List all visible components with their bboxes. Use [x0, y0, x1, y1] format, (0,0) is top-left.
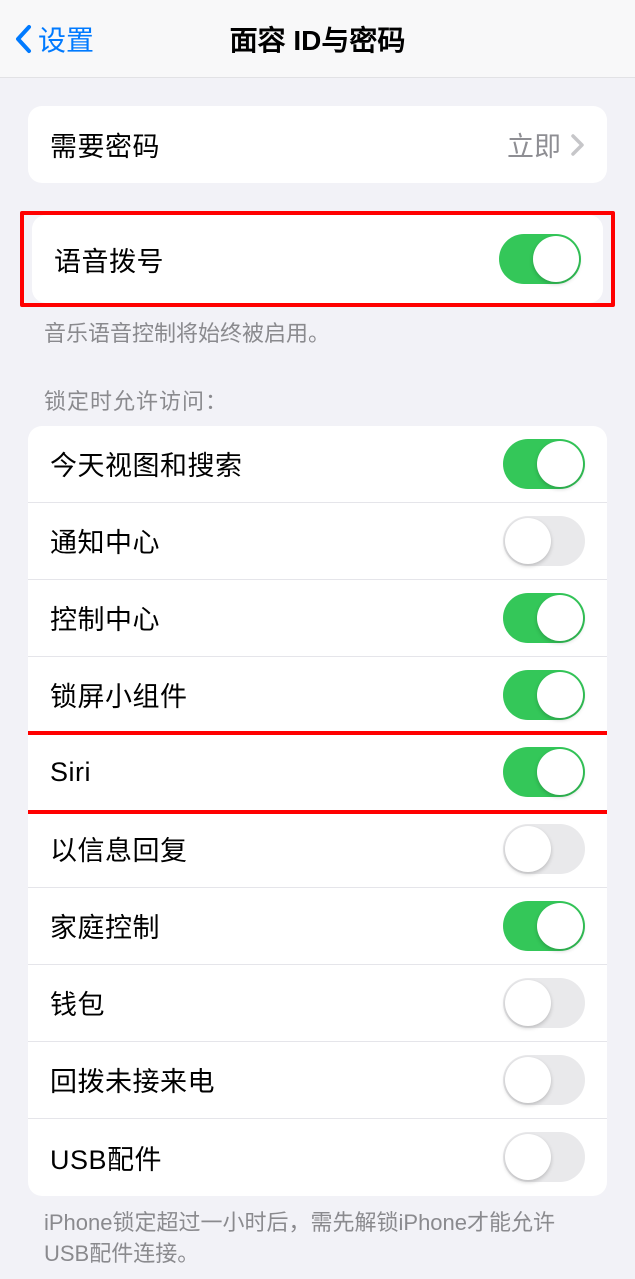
- access-toggle[interactable]: [503, 978, 585, 1028]
- access-row-label: 今天视图和搜索: [50, 444, 243, 483]
- allow-access-group: 今天视图和搜索通知中心控制中心锁屏小组件 Siri 以信息回复家庭控制钱包回拨未接来…: [28, 426, 607, 1196]
- access-row: USB配件: [28, 1119, 607, 1196]
- require-passcode-value: 立即: [507, 125, 585, 164]
- access-row-label: 通知中心: [50, 521, 160, 560]
- require-passcode-row[interactable]: 需要密码 立即: [28, 106, 607, 183]
- siri-highlight: Siri: [28, 734, 607, 811]
- voice-dial-row: 语音拨号: [32, 215, 603, 303]
- access-row: Siri: [28, 734, 607, 811]
- access-row-label: 锁屏小组件: [50, 675, 188, 714]
- access-row: 家庭控制: [28, 888, 607, 965]
- access-toggle[interactable]: [503, 1055, 585, 1105]
- access-row: 回拨未接来电: [28, 1042, 607, 1119]
- access-row-label: 控制中心: [50, 598, 160, 637]
- access-toggle[interactable]: [503, 593, 585, 643]
- access-row: 以信息回复: [28, 811, 607, 888]
- voice-dial-toggle[interactable]: [499, 234, 581, 284]
- access-row: 控制中心: [28, 580, 607, 657]
- access-row-label: Siri: [50, 757, 91, 788]
- access-row: 锁屏小组件: [28, 657, 607, 734]
- access-row: 通知中心: [28, 503, 607, 580]
- access-row: 今天视图和搜索: [28, 426, 607, 503]
- voice-dial-label: 语音拨号: [54, 240, 164, 279]
- access-toggle[interactable]: [503, 439, 585, 489]
- chevron-left-icon: [14, 24, 32, 54]
- access-row-label: 家庭控制: [50, 906, 160, 945]
- access-toggle[interactable]: [503, 824, 585, 874]
- access-row-label: USB配件: [50, 1138, 162, 1177]
- access-row: 钱包: [28, 965, 607, 1042]
- access-toggle[interactable]: [503, 516, 585, 566]
- chevron-right-icon: [571, 133, 585, 157]
- nav-header: 设置 面容 ID与密码: [0, 0, 635, 78]
- access-toggle[interactable]: [503, 670, 585, 720]
- back-label: 设置: [38, 19, 94, 59]
- access-toggle[interactable]: [503, 1132, 585, 1182]
- access-toggle[interactable]: [503, 901, 585, 951]
- access-row-label: 钱包: [50, 983, 105, 1022]
- access-row-label: 以信息回复: [50, 829, 188, 868]
- access-row-label: 回拨未接来电: [50, 1060, 215, 1099]
- access-toggle[interactable]: [503, 747, 585, 797]
- back-button[interactable]: 设置: [0, 19, 94, 59]
- require-passcode-label: 需要密码: [50, 125, 160, 164]
- page-title: 面容 ID与密码: [0, 19, 635, 59]
- voice-dial-highlight: 语音拨号: [20, 211, 615, 307]
- passcode-group: 需要密码 立即: [28, 106, 607, 183]
- voice-dial-footer: 音乐语音控制将始终被启用。: [44, 319, 591, 350]
- usb-footer: iPhone锁定超过一小时后，需先解锁iPhone才能允许USB配件连接。: [44, 1208, 591, 1270]
- allow-access-header: 锁定时允许访问：: [44, 384, 591, 416]
